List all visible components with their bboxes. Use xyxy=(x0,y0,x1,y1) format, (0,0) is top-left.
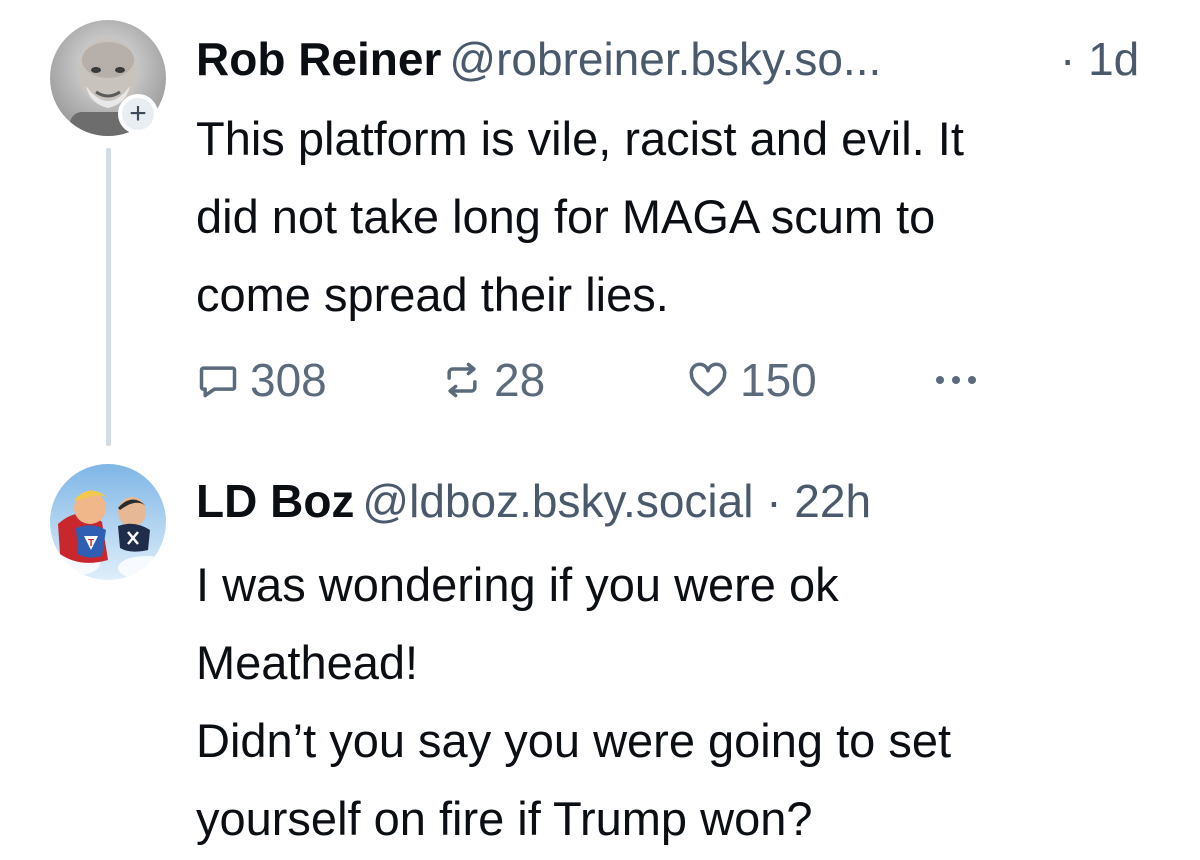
repost-count: 28 xyxy=(494,354,546,406)
follow-plus-label: + xyxy=(129,97,147,130)
more-dots-icon xyxy=(936,376,976,384)
author-display-name[interactable]: Rob Reiner xyxy=(196,33,441,85)
post-body-line: Meathead! xyxy=(196,636,419,689)
avatar[interactable]: T xyxy=(50,464,166,580)
author-display-name[interactable]: LD Boz xyxy=(196,475,354,527)
post-ld-boz[interactable]: T LD Boz @ldboz.bsky.social · 22h I was w… xyxy=(0,440,1200,860)
post-actions: 308 28 150 xyxy=(196,354,996,406)
more-options-button[interactable] xyxy=(932,354,980,406)
svg-text:T: T xyxy=(88,538,94,549)
repost-button[interactable]: 28 xyxy=(440,354,545,406)
thread-line xyxy=(106,148,111,446)
like-count: 150 xyxy=(740,354,817,406)
post-rob-reiner[interactable]: + Rob Reiner @robreiner.bsky.so... · 1d T… xyxy=(0,0,1200,446)
repost-arrows-icon xyxy=(447,362,477,398)
author-handle[interactable]: @robreiner.bsky.so... xyxy=(449,33,881,85)
like-button[interactable]: 150 xyxy=(686,354,817,406)
follow-plus-button[interactable]: + xyxy=(118,94,158,134)
avatar-photo: T xyxy=(50,464,166,580)
reply-bubble-icon xyxy=(199,366,237,398)
post-header: Rob Reiner @robreiner.bsky.so... xyxy=(196,36,881,82)
post-body-line: come spread their lies. xyxy=(196,268,669,321)
reply-count: 308 xyxy=(250,354,327,406)
author-handle[interactable]: @ldboz.bsky.social xyxy=(362,475,753,527)
post-header: LD Boz @ldboz.bsky.social · 22h xyxy=(196,478,871,524)
post-body-line: Didn’t you say you were going to set xyxy=(196,714,952,767)
post-body-line: I was wondering if you were ok xyxy=(196,558,839,611)
post-body-line: yourself on fire if Trump won? xyxy=(196,792,813,845)
post-body-line: This platform is vile, racist and evil. … xyxy=(196,112,964,165)
post-body-line: did not take long for MAGA scum to xyxy=(196,190,936,243)
post-body: This platform is vile, racist and evil. … xyxy=(196,100,1176,334)
post-timestamp[interactable]: · 1d xyxy=(1060,36,1139,82)
post-timestamp[interactable]: · 22h xyxy=(766,475,871,527)
post-body: I was wondering if you were ok Meathead!… xyxy=(196,546,1176,858)
heart-icon xyxy=(689,362,727,397)
reply-button[interactable]: 308 xyxy=(196,354,327,406)
